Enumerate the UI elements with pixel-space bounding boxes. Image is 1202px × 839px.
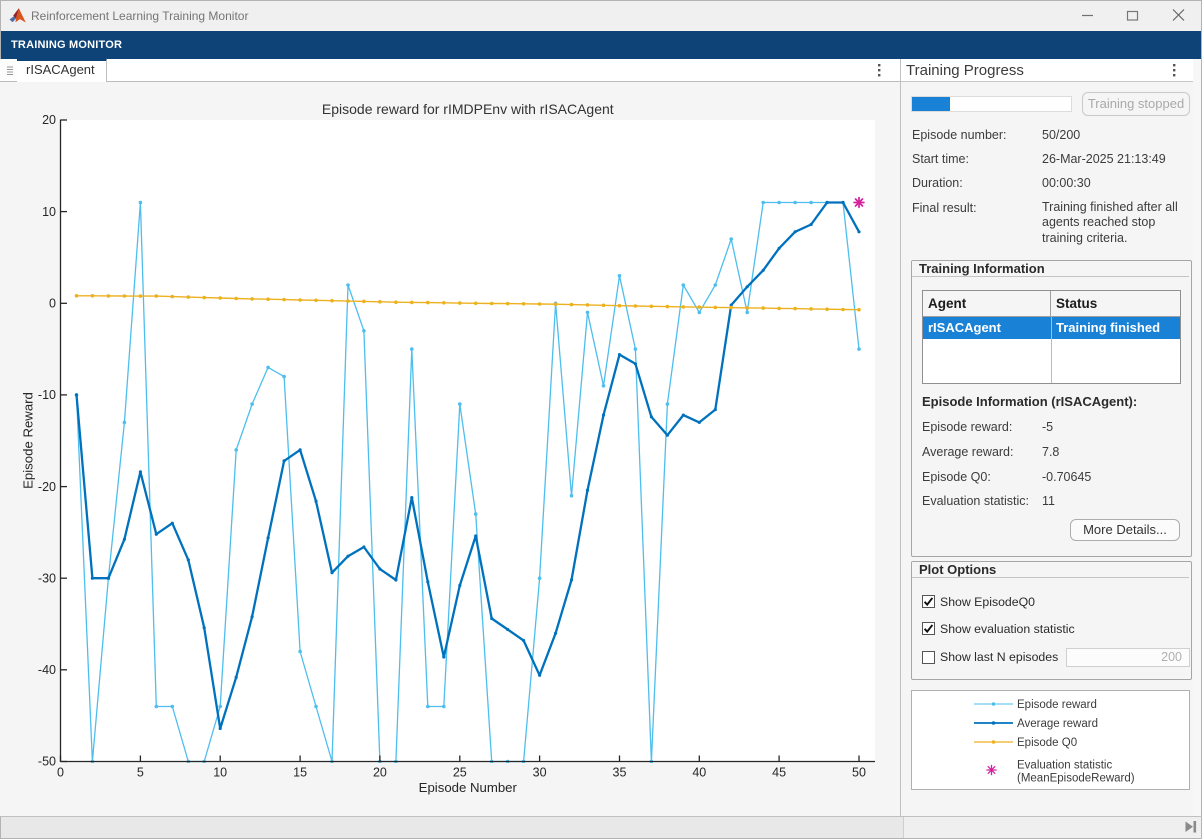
svg-text:-40: -40: [38, 663, 56, 677]
svg-text:45: 45: [772, 766, 786, 780]
svg-text:15: 15: [293, 766, 307, 780]
svg-text:Episode reward: Episode reward: [1017, 699, 1097, 711]
svg-text:20: 20: [373, 766, 387, 780]
svg-text:0: 0: [57, 766, 64, 780]
svg-text:-10: -10: [38, 388, 56, 402]
svg-text:-50: -50: [38, 755, 56, 769]
svg-text:-30: -30: [38, 571, 56, 585]
svg-text:Average reward: Average reward: [1017, 718, 1098, 730]
svg-text:-20: -20: [38, 480, 56, 494]
svg-text:5: 5: [137, 766, 144, 780]
svg-text:Episode Number: Episode Number: [419, 780, 518, 795]
svg-text:Evaluation statistic: Evaluation statistic: [1017, 759, 1112, 771]
svg-text:10: 10: [42, 205, 56, 219]
svg-text:35: 35: [613, 766, 627, 780]
svg-text:30: 30: [533, 766, 547, 780]
svg-text:Episode Q0: Episode Q0: [1017, 737, 1077, 749]
svg-text:20: 20: [42, 113, 56, 127]
svg-text:Episode reward for rIMDPEnv wi: Episode reward for rIMDPEnv with rISACAg…: [322, 101, 614, 117]
svg-text:(MeanEpisodeReward): (MeanEpisodeReward): [1017, 772, 1135, 784]
svg-text:0: 0: [49, 297, 56, 311]
svg-text:40: 40: [692, 766, 706, 780]
svg-text:Episode Reward: Episode Reward: [21, 392, 36, 489]
svg-text:50: 50: [852, 766, 866, 780]
svg-text:10: 10: [213, 766, 227, 780]
svg-text:25: 25: [453, 766, 467, 780]
